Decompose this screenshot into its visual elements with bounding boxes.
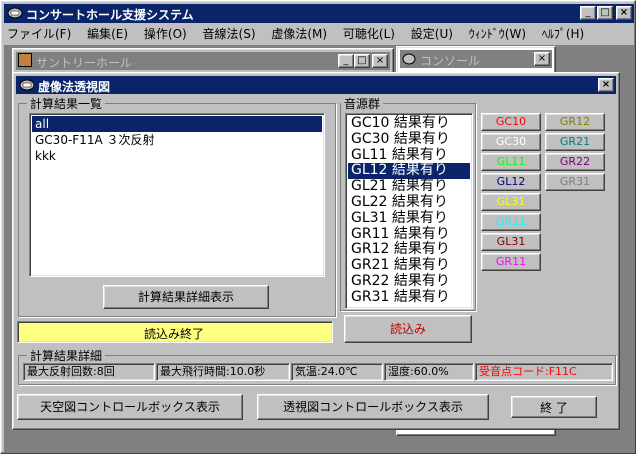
console-icon	[402, 52, 416, 66]
details-group-label: 計算結果詳細	[27, 347, 106, 364]
detail-display-button[interactable]: 計算結果詳細表示	[103, 285, 269, 309]
humidity-field: 湿度:60.0%	[384, 363, 474, 381]
status-field: 読込み終了	[17, 321, 333, 343]
dialog-titlebar[interactable]: 虚像法透視図 ×	[16, 76, 616, 94]
source-button-gr22[interactable]: GR22	[545, 153, 605, 171]
list-item[interactable]: GC30-F11A ３次反射	[32, 132, 322, 148]
status-text: 読込み終了	[143, 327, 204, 341]
load-button[interactable]: 読込み	[344, 315, 472, 343]
menu-window[interactable]: ｳｨﾝﾄﾞｳ(W)	[469, 27, 526, 41]
exit-button[interactable]: 終 了	[511, 396, 597, 418]
list-item[interactable]: GR31 結果有り	[348, 289, 470, 306]
results-group-label: 計算結果一覧	[27, 95, 106, 112]
hall-close-button[interactable]: ×	[372, 54, 388, 68]
list-item[interactable]: GR11 結果有り	[348, 226, 470, 243]
source-button-gc30[interactable]: GC30	[481, 133, 541, 151]
maximize-button[interactable]: □	[597, 6, 613, 20]
source-button-gr21[interactable]: GR21	[545, 133, 605, 151]
dialog-icon	[19, 78, 35, 92]
temperature-field: 気温:24.0℃	[291, 363, 383, 381]
menu-image-method[interactable]: 虚像法(M)	[271, 27, 327, 41]
menu-operation[interactable]: 操作(O)	[144, 27, 187, 41]
console-close-button[interactable]: ×	[534, 52, 550, 66]
menu-ray-method[interactable]: 音線法(S)	[203, 27, 256, 41]
dialog-close-button[interactable]: ×	[598, 78, 614, 92]
menu-edit[interactable]: 編集(E)	[87, 27, 128, 41]
hall-maximize-button[interactable]: □	[354, 54, 370, 68]
source-button-gl12[interactable]: GL12	[481, 173, 541, 191]
menu-settings[interactable]: 設定(U)	[411, 27, 453, 41]
source-button-gl11[interactable]: GL11	[481, 153, 541, 171]
source-button-gl31-b[interactable]: GL31	[481, 233, 541, 251]
list-item[interactable]: GR12 結果有り	[348, 242, 470, 258]
source-button-gr31[interactable]: GR31	[545, 173, 605, 191]
close-button[interactable]: ×	[616, 6, 632, 20]
app-titlebar[interactable]: コンサートホール支援システム _ □ ×	[4, 4, 634, 23]
results-listbox[interactable]: all GC30-F11A ３次反射 kkk	[29, 113, 325, 277]
list-item[interactable]: GL21 結果有り	[348, 178, 470, 195]
hall-icon	[18, 53, 32, 67]
sources-listbox[interactable]: GC10 結果有り GC30 結果有り GL11 結果有り GL12 結果有り …	[345, 113, 473, 309]
app-title: コンサートホール支援システム	[26, 8, 194, 22]
list-item[interactable]: GL11 結果有り	[348, 147, 470, 164]
list-item[interactable]: all	[32, 116, 322, 132]
hall-minimize-button[interactable]: _	[338, 54, 354, 68]
sources-group-label: 音源群	[341, 95, 384, 112]
receiver-code-field: 受音点コード:F11C	[475, 363, 613, 381]
perspective-controlbox-button[interactable]: 透視図コントロールボックス表示	[257, 394, 489, 420]
menu-file[interactable]: ファイル(F)	[7, 27, 71, 41]
console-titlebar[interactable]: コンソール ×	[400, 50, 552, 68]
list-item[interactable]: GC30 結果有り	[348, 131, 470, 148]
list-item[interactable]: GL31 結果有り	[348, 210, 470, 227]
menu-auralization[interactable]: 可聴化(L)	[343, 27, 395, 41]
source-button-gc10[interactable]: GC10	[481, 113, 541, 131]
list-item[interactable]: kkk	[32, 148, 322, 164]
minimize-button[interactable]: _	[580, 6, 596, 20]
source-button-gr11-b[interactable]: GR11	[481, 253, 541, 271]
image-method-dialog: 虚像法透視図 × 計算結果一覧 all GC30-F11A ３次反射 kkk 計…	[12, 72, 620, 430]
app-icon	[7, 6, 23, 20]
list-item[interactable]: GL12 結果有り	[348, 163, 470, 180]
menu-help[interactable]: ﾍﾙﾌﾟ(H)	[542, 27, 584, 41]
source-button-gl31[interactable]: GL31	[481, 193, 541, 211]
menu-bar: ファイル(F) 編集(E) 操作(O) 音線法(S) 虚像法(M) 可聴化(L)…	[7, 25, 627, 43]
list-item[interactable]: GR22 結果有り	[348, 273, 470, 290]
source-button-gr11[interactable]: GR11	[481, 213, 541, 231]
list-item[interactable]: GL22 結果有り	[348, 194, 470, 211]
list-item[interactable]: GR21 結果有り	[348, 257, 470, 274]
max-flight-time-field: 最大飛行時間:10.0秒	[156, 363, 290, 381]
dialog-title: 虚像法透視図	[38, 80, 111, 94]
hall-title: サントリーホール	[36, 56, 133, 70]
console-title: コンソール	[420, 54, 481, 68]
list-item[interactable]: GC10 結果有り	[348, 115, 470, 132]
sky-view-controlbox-button[interactable]: 天空図コントロールボックス表示	[17, 394, 243, 420]
hall-titlebar[interactable]: サントリーホール _ □ ×	[16, 52, 390, 70]
max-reflections-field: 最大反射回数:8回	[23, 363, 155, 381]
source-button-gr12[interactable]: GR12	[545, 113, 605, 131]
